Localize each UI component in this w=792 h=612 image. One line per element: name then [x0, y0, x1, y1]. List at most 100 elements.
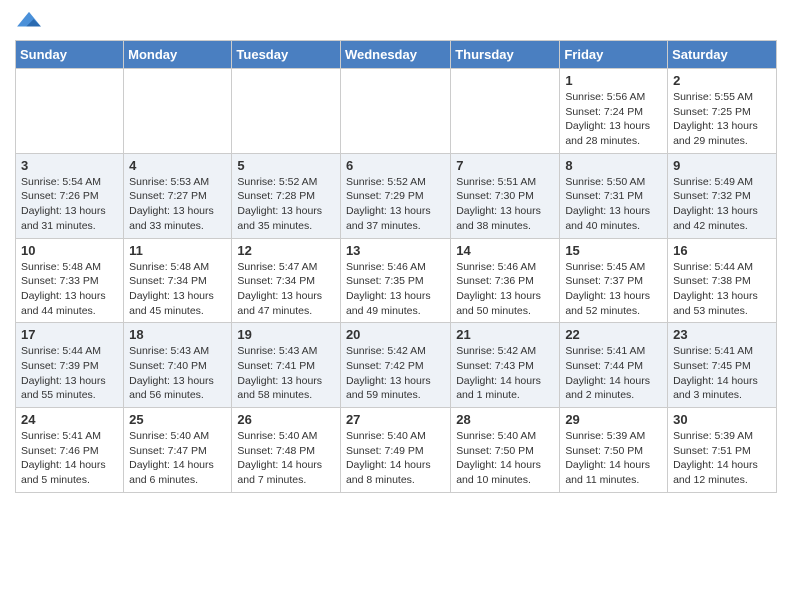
- day-number: 1: [565, 73, 662, 88]
- day-number: 21: [456, 327, 554, 342]
- calendar-week-row: 17 Sunrise: 5:44 AM Sunset: 7:39 PM Dayli…: [16, 323, 777, 408]
- day-info: Sunrise: 5:46 AM Sunset: 7:36 PM Dayligh…: [456, 260, 554, 319]
- day-info: Sunrise: 5:44 AM Sunset: 7:39 PM Dayligh…: [21, 344, 118, 403]
- calendar-cell: 13 Sunrise: 5:46 AM Sunset: 7:35 PM Dayli…: [340, 238, 450, 323]
- page-header: [15, 10, 777, 32]
- day-number: 16: [673, 243, 771, 258]
- day-info: Sunrise: 5:54 AM Sunset: 7:26 PM Dayligh…: [21, 175, 118, 234]
- day-info: Sunrise: 5:48 AM Sunset: 7:34 PM Dayligh…: [129, 260, 226, 319]
- day-number: 2: [673, 73, 771, 88]
- calendar-cell: 16Sunrise: 5:44 AM Sunset: 7:38 PM Dayli…: [668, 238, 777, 323]
- day-number: 27: [346, 412, 445, 427]
- calendar-week-row: 1 Sunrise: 5:56 AM Sunset: 7:24 PM Daylig…: [16, 69, 777, 154]
- calendar-day-header: Saturday: [668, 41, 777, 69]
- day-number: 30: [673, 412, 771, 427]
- day-number: 23: [673, 327, 771, 342]
- calendar-cell: 26Sunrise: 5:40 AM Sunset: 7:48 PM Dayli…: [232, 408, 341, 493]
- calendar-table: SundayMondayTuesdayWednesdayThursdayFrid…: [15, 40, 777, 493]
- day-info: Sunrise: 5:43 AM Sunset: 7:41 PM Dayligh…: [237, 344, 335, 403]
- calendar-cell: 3 Sunrise: 5:54 AM Sunset: 7:26 PM Daylig…: [16, 153, 124, 238]
- day-info: Sunrise: 5:40 AM Sunset: 7:47 PM Dayligh…: [129, 429, 226, 488]
- day-number: 4: [129, 158, 226, 173]
- calendar-cell: 6 Sunrise: 5:52 AM Sunset: 7:29 PM Daylig…: [340, 153, 450, 238]
- day-info: Sunrise: 5:39 AM Sunset: 7:50 PM Dayligh…: [565, 429, 662, 488]
- day-number: 29: [565, 412, 662, 427]
- calendar-cell: 17 Sunrise: 5:44 AM Sunset: 7:39 PM Dayli…: [16, 323, 124, 408]
- calendar-cell: 11 Sunrise: 5:48 AM Sunset: 7:34 PM Dayli…: [124, 238, 232, 323]
- calendar-week-row: 10 Sunrise: 5:48 AM Sunset: 7:33 PM Dayli…: [16, 238, 777, 323]
- day-info: Sunrise: 5:41 AM Sunset: 7:44 PM Dayligh…: [565, 344, 662, 403]
- calendar-cell: 5Sunrise: 5:52 AM Sunset: 7:28 PM Daylig…: [232, 153, 341, 238]
- calendar-day-header: Wednesday: [340, 41, 450, 69]
- day-info: Sunrise: 5:45 AM Sunset: 7:37 PM Dayligh…: [565, 260, 662, 319]
- day-number: 14: [456, 243, 554, 258]
- calendar-cell: 29 Sunrise: 5:39 AM Sunset: 7:50 PM Dayli…: [560, 408, 668, 493]
- day-number: 7: [456, 158, 554, 173]
- calendar-week-row: 24 Sunrise: 5:41 AM Sunset: 7:46 PM Dayli…: [16, 408, 777, 493]
- day-number: 10: [21, 243, 118, 258]
- calendar-header-row: SundayMondayTuesdayWednesdayThursdayFrid…: [16, 41, 777, 69]
- calendar-week-row: 3 Sunrise: 5:54 AM Sunset: 7:26 PM Daylig…: [16, 153, 777, 238]
- day-info: Sunrise: 5:52 AM Sunset: 7:28 PM Dayligh…: [237, 175, 335, 234]
- calendar-cell: 24 Sunrise: 5:41 AM Sunset: 7:46 PM Dayli…: [16, 408, 124, 493]
- day-number: 15: [565, 243, 662, 258]
- calendar-cell: 19 Sunrise: 5:43 AM Sunset: 7:41 PM Dayli…: [232, 323, 341, 408]
- day-info: Sunrise: 5:41 AM Sunset: 7:45 PM Dayligh…: [673, 344, 771, 403]
- calendar-cell: 21Sunrise: 5:42 AM Sunset: 7:43 PM Dayli…: [451, 323, 560, 408]
- calendar-cell: [124, 69, 232, 154]
- day-number: 3: [21, 158, 118, 173]
- day-info: Sunrise: 5:51 AM Sunset: 7:30 PM Dayligh…: [456, 175, 554, 234]
- calendar-cell: 18Sunrise: 5:43 AM Sunset: 7:40 PM Dayli…: [124, 323, 232, 408]
- calendar-cell: [340, 69, 450, 154]
- calendar-cell: 22 Sunrise: 5:41 AM Sunset: 7:44 PM Dayli…: [560, 323, 668, 408]
- calendar-cell: [16, 69, 124, 154]
- calendar-day-header: Monday: [124, 41, 232, 69]
- day-number: 28: [456, 412, 554, 427]
- logo: [15, 10, 47, 32]
- day-info: Sunrise: 5:42 AM Sunset: 7:42 PM Dayligh…: [346, 344, 445, 403]
- day-number: 22: [565, 327, 662, 342]
- day-number: 6: [346, 158, 445, 173]
- day-info: Sunrise: 5:47 AM Sunset: 7:34 PM Dayligh…: [237, 260, 335, 319]
- day-info: Sunrise: 5:52 AM Sunset: 7:29 PM Dayligh…: [346, 175, 445, 234]
- day-number: 18: [129, 327, 226, 342]
- day-info: Sunrise: 5:41 AM Sunset: 7:46 PM Dayligh…: [21, 429, 118, 488]
- calendar-cell: 23 Sunrise: 5:41 AM Sunset: 7:45 PM Dayli…: [668, 323, 777, 408]
- calendar-cell: 14 Sunrise: 5:46 AM Sunset: 7:36 PM Dayli…: [451, 238, 560, 323]
- day-number: 12: [237, 243, 335, 258]
- day-info: Sunrise: 5:40 AM Sunset: 7:50 PM Dayligh…: [456, 429, 554, 488]
- day-info: Sunrise: 5:46 AM Sunset: 7:35 PM Dayligh…: [346, 260, 445, 319]
- logo-icon: [15, 10, 43, 32]
- day-info: Sunrise: 5:55 AM Sunset: 7:25 PM Dayligh…: [673, 90, 771, 149]
- day-number: 11: [129, 243, 226, 258]
- calendar-cell: 27 Sunrise: 5:40 AM Sunset: 7:49 PM Dayli…: [340, 408, 450, 493]
- calendar-cell: 7 Sunrise: 5:51 AM Sunset: 7:30 PM Daylig…: [451, 153, 560, 238]
- calendar-cell: 28 Sunrise: 5:40 AM Sunset: 7:50 PM Dayli…: [451, 408, 560, 493]
- calendar-day-header: Thursday: [451, 41, 560, 69]
- day-info: Sunrise: 5:56 AM Sunset: 7:24 PM Dayligh…: [565, 90, 662, 149]
- day-number: 24: [21, 412, 118, 427]
- day-number: 25: [129, 412, 226, 427]
- day-info: Sunrise: 5:40 AM Sunset: 7:48 PM Dayligh…: [237, 429, 335, 488]
- calendar-cell: 4Sunrise: 5:53 AM Sunset: 7:27 PM Daylig…: [124, 153, 232, 238]
- day-info: Sunrise: 5:49 AM Sunset: 7:32 PM Dayligh…: [673, 175, 771, 234]
- day-number: 19: [237, 327, 335, 342]
- calendar-cell: 30 Sunrise: 5:39 AM Sunset: 7:51 PM Dayli…: [668, 408, 777, 493]
- day-number: 13: [346, 243, 445, 258]
- day-info: Sunrise: 5:39 AM Sunset: 7:51 PM Dayligh…: [673, 429, 771, 488]
- calendar-cell: 15 Sunrise: 5:45 AM Sunset: 7:37 PM Dayli…: [560, 238, 668, 323]
- calendar-cell: 10 Sunrise: 5:48 AM Sunset: 7:33 PM Dayli…: [16, 238, 124, 323]
- calendar-day-header: Friday: [560, 41, 668, 69]
- day-number: 8: [565, 158, 662, 173]
- day-number: 9: [673, 158, 771, 173]
- day-info: Sunrise: 5:50 AM Sunset: 7:31 PM Dayligh…: [565, 175, 662, 234]
- calendar-cell: [232, 69, 341, 154]
- calendar-cell: [451, 69, 560, 154]
- day-info: Sunrise: 5:48 AM Sunset: 7:33 PM Dayligh…: [21, 260, 118, 319]
- calendar-cell: 12 Sunrise: 5:47 AM Sunset: 7:34 PM Dayli…: [232, 238, 341, 323]
- calendar-cell: 25 Sunrise: 5:40 AM Sunset: 7:47 PM Dayli…: [124, 408, 232, 493]
- calendar-cell: 9 Sunrise: 5:49 AM Sunset: 7:32 PM Daylig…: [668, 153, 777, 238]
- day-number: 17: [21, 327, 118, 342]
- day-info: Sunrise: 5:40 AM Sunset: 7:49 PM Dayligh…: [346, 429, 445, 488]
- day-number: 20: [346, 327, 445, 342]
